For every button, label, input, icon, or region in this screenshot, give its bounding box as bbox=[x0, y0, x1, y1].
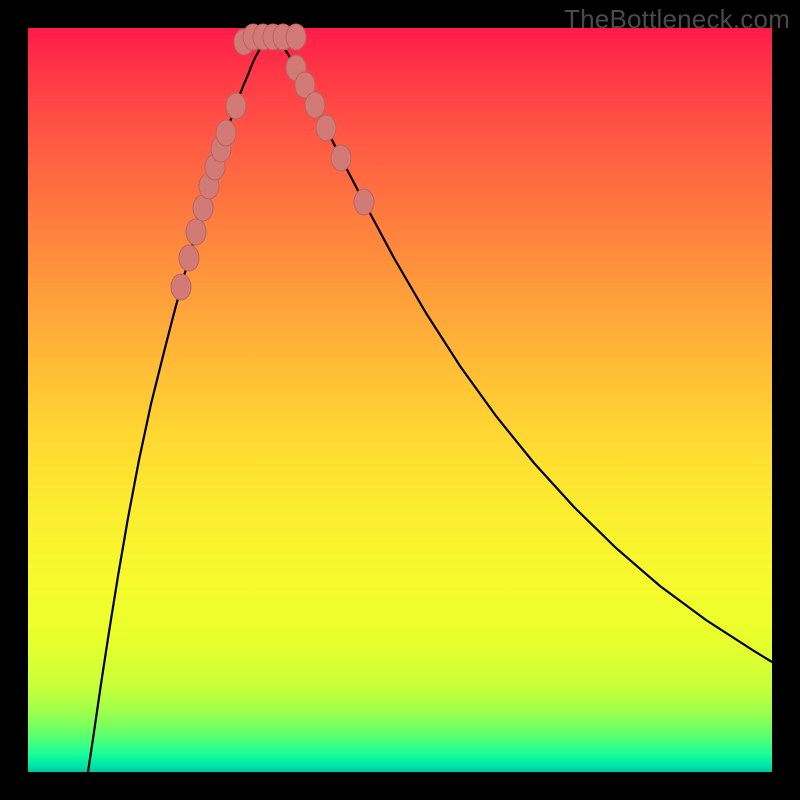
curve-marker bbox=[286, 24, 306, 50]
chart-frame: TheBottleneck.com bbox=[0, 0, 800, 800]
chart-plot-area bbox=[28, 28, 772, 772]
curve-marker bbox=[305, 92, 325, 118]
curve-marker bbox=[316, 115, 336, 141]
curve-marker bbox=[226, 93, 246, 119]
curve-marker bbox=[179, 245, 199, 271]
chart-svg bbox=[28, 28, 772, 772]
curve-marker bbox=[171, 274, 191, 300]
curve-marker bbox=[216, 120, 236, 146]
curve-marker bbox=[331, 145, 351, 171]
curve-markers bbox=[171, 24, 374, 300]
watermark-text: TheBottleneck.com bbox=[564, 4, 790, 35]
curve-marker bbox=[354, 189, 374, 215]
bottleneck-curve bbox=[88, 37, 772, 772]
curve-marker bbox=[186, 219, 206, 245]
